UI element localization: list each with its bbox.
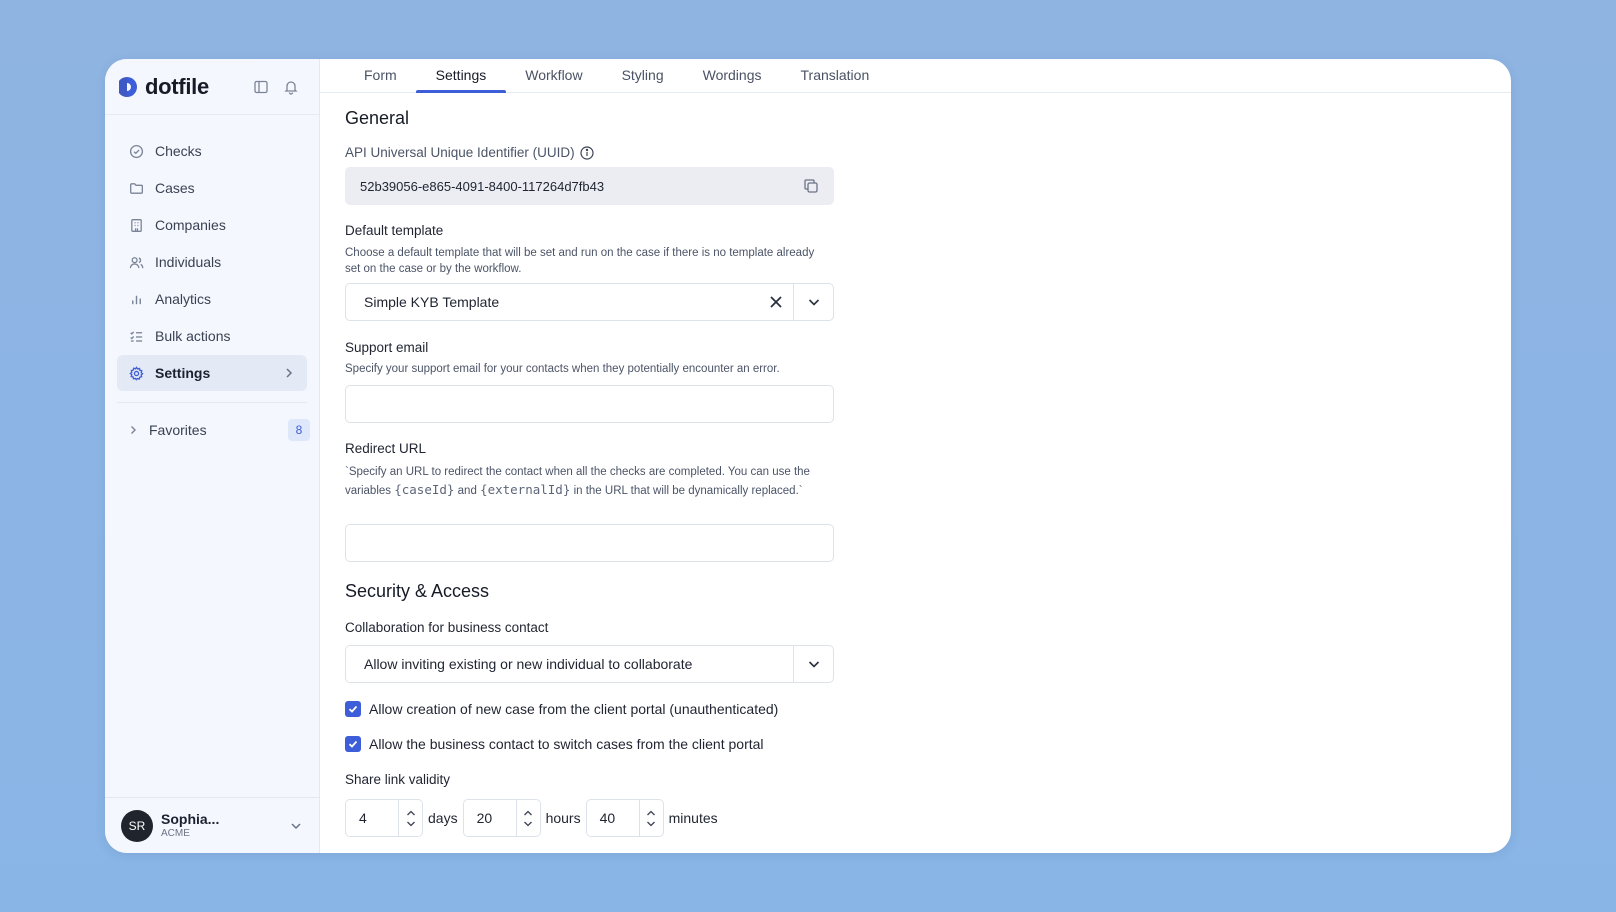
minutes-unit: minutes [668, 810, 718, 826]
redirect-url-description: `Specify an URL to redirect the contact … [345, 463, 830, 500]
copy-icon[interactable] [803, 178, 819, 194]
hours-unit: hours [545, 810, 581, 826]
gear-icon [128, 365, 144, 381]
sidebar-item-checks[interactable]: Checks [117, 133, 307, 169]
sidebar-item-settings[interactable]: Settings [117, 355, 307, 391]
hours-stepper[interactable]: 20 [462, 799, 541, 837]
close-icon[interactable] [759, 295, 793, 309]
favorites-label: Favorites [149, 422, 207, 438]
bell-icon[interactable] [283, 79, 299, 95]
sidebar-item-label: Companies [155, 217, 226, 233]
app-window: dotfile Checks Cases Companies Individua… [105, 59, 1511, 853]
tab-wordings[interactable]: Wordings [683, 59, 782, 92]
redirect-desc-part: and [457, 485, 477, 497]
share-link-label: Share link validity [345, 772, 451, 787]
uuid-value: 52b39056-e865-4091-8400-117264d7fb43 [360, 178, 605, 194]
chevron-right-icon [127, 424, 139, 436]
sidebar-item-companies[interactable]: Companies [117, 207, 307, 243]
tab-bar: Form Settings Workflow Styling Wordings … [320, 59, 1511, 93]
brand-name: dotfile [145, 73, 209, 99]
sidebar-item-label: Analytics [155, 291, 212, 307]
support-email-description: Specify your support email for your cont… [345, 363, 780, 375]
sidebar-item-label: Individuals [155, 254, 222, 270]
tab-form[interactable]: Form [350, 59, 417, 92]
sidebar-item-label: Settings [155, 365, 211, 381]
chevron-down-icon[interactable] [793, 284, 833, 320]
collaboration-label: Collaboration for business contact [345, 620, 549, 635]
chevron-up-icon[interactable] [523, 809, 533, 817]
chevron-down-icon[interactable] [289, 819, 303, 833]
days-value: 4 [359, 810, 367, 826]
favorites-toggle[interactable]: Favorites 8 [105, 413, 319, 447]
chevron-down-icon[interactable] [406, 820, 416, 828]
share-link-validity: 4 days 20 hours 40 minutes [345, 799, 723, 837]
tab-settings[interactable]: Settings [415, 59, 507, 93]
redirect-variable-caseid: {caseId} [394, 482, 455, 497]
hours-value: 20 [476, 810, 493, 826]
sidebar-item-label: Checks [155, 143, 202, 159]
collaboration-value: Allow inviting existing or new individua… [364, 656, 693, 672]
list-checks-icon [128, 328, 144, 344]
uuid-label: API Universal Unique Identifier (UUID) [345, 145, 575, 160]
redirect-url-input[interactable] [345, 524, 834, 562]
sidebar-nav: Checks Cases Companies Individuals Analy… [105, 115, 319, 392]
tab-styling[interactable]: Styling [602, 59, 684, 92]
user-menu[interactable]: SR Sophia... ACME [105, 797, 319, 853]
default-template-description: Choose a default template that will be s… [345, 247, 815, 275]
info-icon[interactable] [579, 145, 594, 160]
avatar: SR [121, 809, 153, 842]
default-template-select[interactable]: Simple KYB Template [345, 283, 834, 321]
favorites-count-badge: 8 [288, 419, 310, 441]
dotfile-logo-icon [119, 75, 139, 99]
days-unit: days [428, 810, 458, 826]
user-name: Sophia... [161, 810, 220, 827]
support-email-input[interactable] [345, 385, 834, 423]
checkbox-checked[interactable] [345, 701, 361, 717]
bar-chart-icon [128, 291, 144, 307]
building-icon [128, 217, 144, 233]
sidebar-item-cases[interactable]: Cases [117, 170, 307, 206]
sidebar-item-individuals[interactable]: Individuals [117, 244, 307, 280]
sidebar-item-bulk-actions[interactable]: Bulk actions [117, 318, 307, 354]
tab-workflow[interactable]: Workflow [505, 59, 602, 92]
support-email-label: Support email [345, 340, 429, 355]
user-org: ACME [161, 827, 190, 839]
section-title-security: Security & Access [345, 581, 490, 601]
redirect-variable-externalid: {externalId} [480, 482, 571, 497]
folder-icon [128, 180, 144, 196]
sidebar-divider [117, 402, 307, 403]
chevron-down-icon[interactable] [793, 646, 833, 682]
checkbox-checked[interactable] [345, 736, 361, 752]
chevron-up-icon[interactable] [406, 809, 416, 817]
minutes-value: 40 [599, 810, 616, 826]
redirect-url-label: Redirect URL [345, 441, 427, 456]
checkbox-label: Allow creation of new case from the clie… [369, 701, 779, 717]
uuid-field[interactable]: 52b39056-e865-4091-8400-117264d7fb43 [345, 167, 834, 205]
main-content: Form Settings Workflow Styling Wordings … [320, 59, 1511, 853]
section-title-general: General [345, 108, 410, 128]
sidebar-item-analytics[interactable]: Analytics [117, 281, 307, 317]
days-stepper[interactable]: 4 [345, 799, 423, 837]
chevron-right-icon [282, 366, 296, 380]
sidebar-item-label: Bulk actions [155, 328, 231, 344]
users-icon [128, 254, 144, 270]
brand-header: dotfile [105, 59, 319, 115]
check-circle-icon [128, 143, 144, 159]
sidebar: dotfile Checks Cases Companies Individua… [105, 59, 320, 853]
default-template-label: Default template [345, 223, 444, 238]
tab-translation[interactable]: Translation [781, 59, 890, 92]
chevron-down-icon[interactable] [646, 820, 656, 828]
minutes-stepper[interactable]: 40 [585, 799, 664, 837]
chevron-up-icon[interactable] [646, 809, 656, 817]
checkbox-label: Allow the business contact to switch cas… [369, 736, 764, 752]
collaboration-select[interactable]: Allow inviting existing or new individua… [345, 645, 834, 683]
checkbox-row-switch-cases[interactable]: Allow the business contact to switch cas… [345, 736, 764, 752]
chevron-down-icon[interactable] [523, 820, 533, 828]
sidebar-item-label: Cases [155, 180, 195, 196]
default-template-value: Simple KYB Template [364, 294, 500, 310]
sidebar-toggle-icon[interactable] [253, 79, 269, 95]
checkbox-row-new-case[interactable]: Allow creation of new case from the clie… [345, 701, 778, 717]
redirect-desc-part: in the URL that will be dynamically repl… [573, 485, 803, 497]
